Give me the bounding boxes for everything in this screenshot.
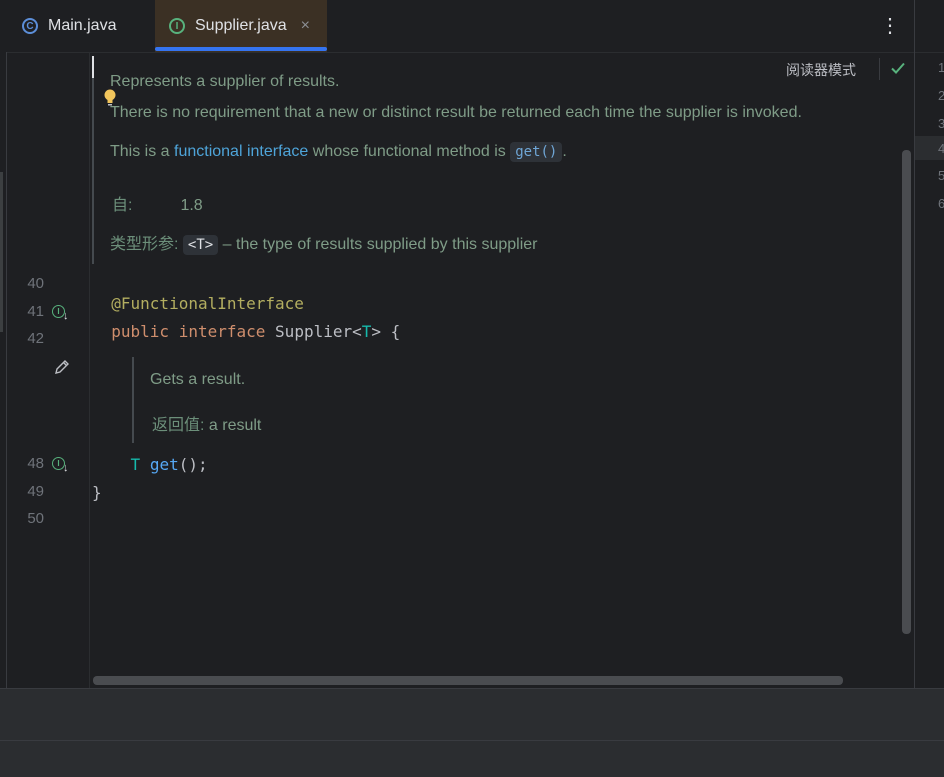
- class-c-icon: C: [22, 18, 38, 34]
- mini-line-number: 2: [938, 88, 944, 103]
- get-method-link[interactable]: get(): [510, 142, 563, 162]
- doc-bar: [92, 78, 94, 264]
- line-number: 48: [27, 455, 44, 472]
- implemented-by-icon[interactable]: I ↓: [52, 457, 70, 475]
- mini-line-number: 5: [938, 168, 944, 183]
- method-doc-returns: 返回值: a result: [152, 417, 262, 434]
- reader-mode-button[interactable]: 阅读器模式: [786, 60, 856, 80]
- type-param-code: <T>: [182, 235, 219, 255]
- code-line-49[interactable]: }: [92, 483, 102, 502]
- since-label: 自:: [112, 197, 133, 214]
- interface-i-icon: I: [169, 18, 185, 34]
- doc-functional-note: This is a functional interface whose fun…: [110, 142, 567, 162]
- status-bar: [0, 740, 944, 777]
- left-strip-scroll-mark: [0, 172, 3, 332]
- edit-pencil-icon[interactable]: [53, 358, 71, 376]
- close-icon[interactable]: ×: [301, 17, 310, 35]
- mini-line-number: 4: [938, 141, 944, 156]
- more-options-button[interactable]: ⋮: [880, 12, 900, 40]
- panel-divider: [914, 0, 915, 690]
- returns-label: 返回值:: [152, 417, 205, 434]
- mini-line-number: 6: [938, 196, 944, 211]
- line-number: 42: [27, 330, 44, 347]
- functional-interface-link[interactable]: functional interface: [174, 143, 308, 160]
- mini-line-number: 1: [938, 60, 944, 75]
- mini-line-number: 3: [938, 116, 944, 131]
- implemented-by-icon[interactable]: I ↓: [52, 305, 70, 323]
- tab-supplier-java[interactable]: I Supplier.java ×: [155, 0, 327, 52]
- tab-main-java[interactable]: C Main.java: [10, 0, 162, 52]
- editor-tab-bar: C Main.java I Supplier.java × ⋮: [0, 0, 944, 53]
- since-value: 1.8: [180, 197, 203, 214]
- text-caret: [92, 56, 94, 78]
- horizontal-scrollbar[interactable]: [93, 676, 843, 685]
- line-number: 50: [27, 510, 44, 527]
- doc-since: 自: 1.8: [112, 191, 203, 215]
- check-icon[interactable]: [890, 60, 906, 76]
- code-line-48[interactable]: T get();: [92, 455, 208, 474]
- type-param-label: 类型形参:: [110, 236, 179, 253]
- gutter-divider: [89, 52, 90, 688]
- doc-type-param: 类型形参: <T> – the type of results supplied…: [110, 235, 538, 255]
- toolbar-separator: [879, 58, 880, 80]
- line-number: 41: [27, 303, 44, 320]
- code-line-41[interactable]: public interface Supplier<T> {: [92, 303, 400, 341]
- bottom-panel: [0, 688, 944, 741]
- doc-bar: [132, 357, 134, 443]
- doc-description: There is no requirement that a new or di…: [110, 104, 802, 121]
- line-number: 49: [27, 483, 44, 500]
- doc-summary: Represents a supplier of results.: [110, 73, 340, 90]
- tab-label: Main.java: [48, 17, 117, 34]
- tab-label: Supplier.java: [195, 17, 287, 34]
- vertical-scrollbar[interactable]: [902, 150, 911, 634]
- active-tab-indicator: [155, 47, 327, 51]
- left-tool-strip: [0, 52, 7, 688]
- method-doc-summary: Gets a result.: [150, 371, 246, 388]
- line-number: 40: [27, 275, 44, 292]
